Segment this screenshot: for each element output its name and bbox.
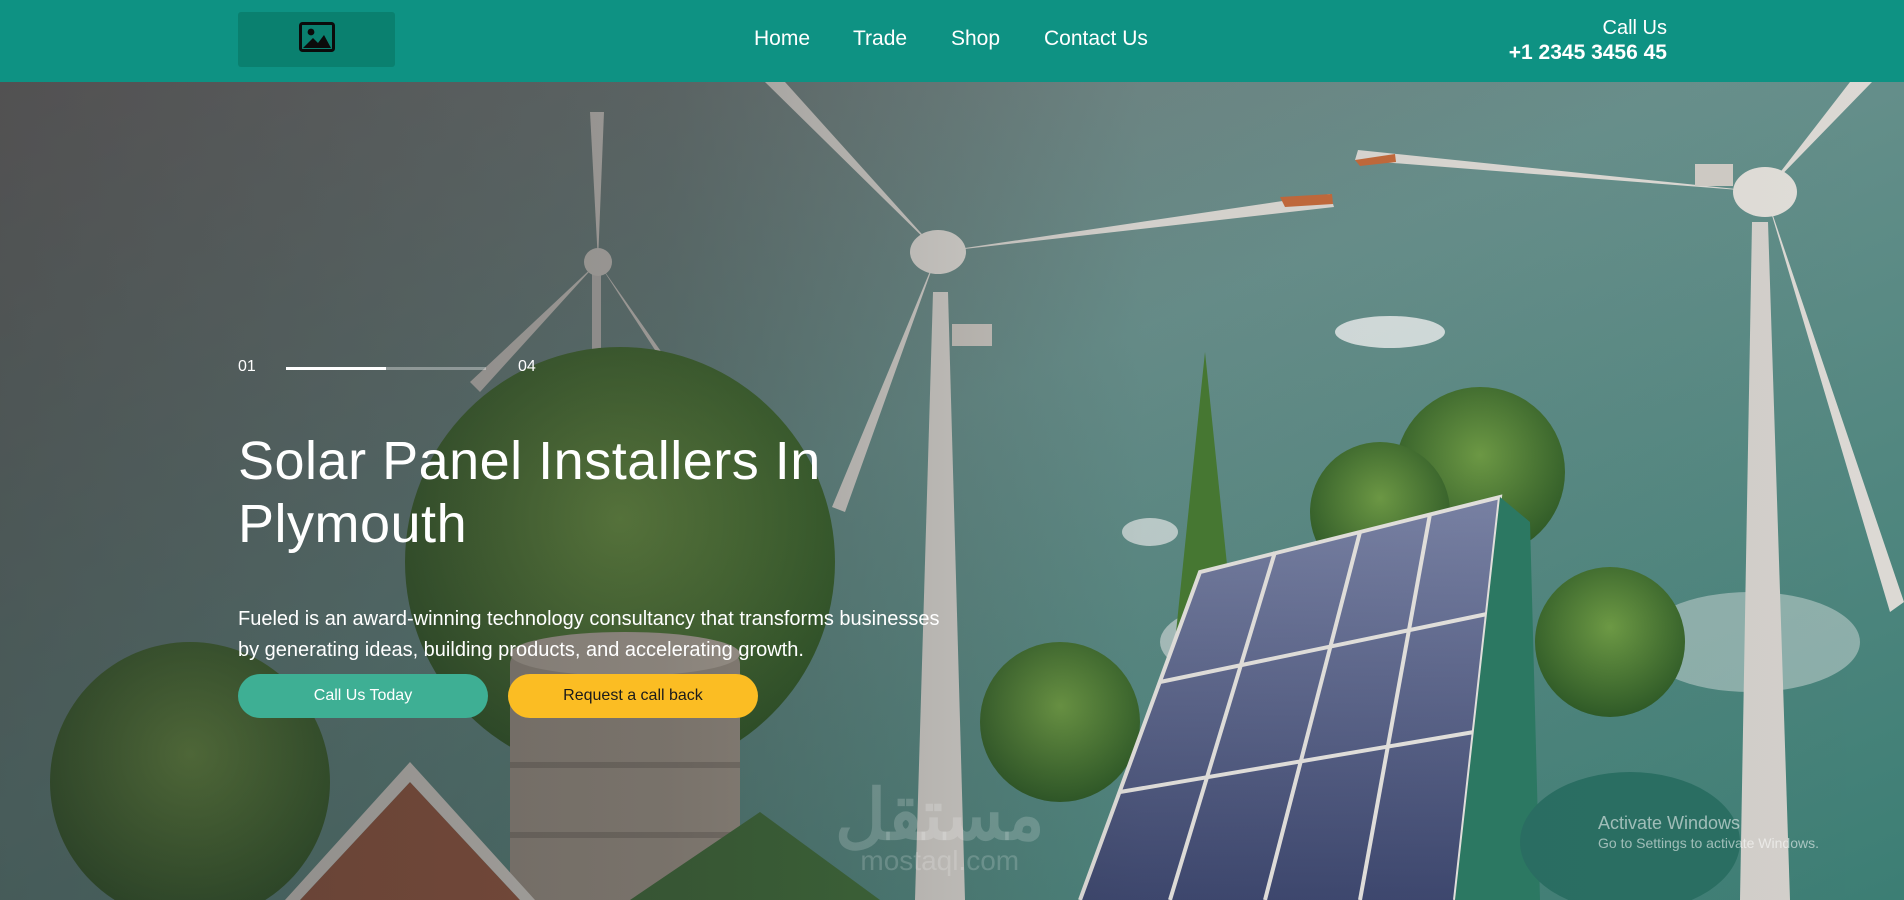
hero-description: Fueled is an award-winning technology co… xyxy=(238,608,940,661)
hero-slider: 01 04 Solar Panel Installers In Plymouth… xyxy=(0,82,1904,900)
hero-title: Solar Panel Installers In Plymouth xyxy=(238,431,821,554)
call-us-today-button[interactable]: Call Us Today xyxy=(238,674,488,718)
activate-windows-title: Activate Windows xyxy=(1598,813,1741,833)
mostaql-watermark: مستقل mostaql.com xyxy=(835,780,1045,876)
call-us-phone-number[interactable]: +1 2345 3456 45 xyxy=(1509,40,1667,66)
slide-total-number: 04 xyxy=(518,358,536,375)
slide-progress-bar[interactable] xyxy=(286,367,486,370)
slide-current-number: 01 xyxy=(238,358,256,375)
call-us-label: Call Us xyxy=(1602,17,1667,39)
site-header: Home Trade Shop Contact Us Call Us +1 23… xyxy=(0,0,1904,82)
activate-windows-subtitle: Go to Settings to activate Windows. xyxy=(1598,835,1819,851)
nav-home[interactable]: Home xyxy=(754,27,810,51)
nav-shop[interactable]: Shop xyxy=(951,27,1000,51)
activate-windows-notice: Activate Windows Go to Settings to activ… xyxy=(1598,812,1819,852)
watermark-arabic-text: مستقل xyxy=(835,776,1045,854)
call-us-block: Call Us +1 2345 3456 45 xyxy=(1509,16,1667,66)
request-call-back-button[interactable]: Request a call back xyxy=(508,674,758,718)
slide-counter: 01 04 xyxy=(238,358,558,382)
slide-progress-fill xyxy=(286,367,386,370)
nav-trade[interactable]: Trade xyxy=(853,27,907,51)
watermark-latin-text: mostaql.com xyxy=(860,845,1020,876)
page: Home Trade Shop Contact Us Call Us +1 23… xyxy=(0,0,1904,900)
nav-contact-us[interactable]: Contact Us xyxy=(1044,27,1148,51)
